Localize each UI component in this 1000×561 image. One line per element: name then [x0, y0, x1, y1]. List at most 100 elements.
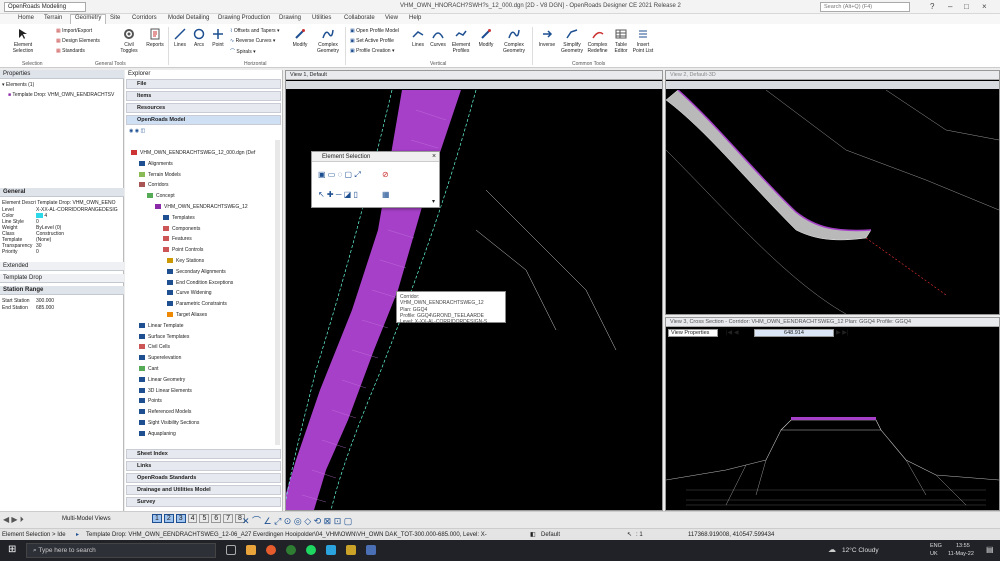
tab-drawing-production[interactable]: Drawing Production — [214, 15, 274, 21]
offsets-tapers-button[interactable]: ⌇ Offsets and Tapers ▾ — [230, 28, 280, 34]
clock-date[interactable]: 11-May-22 — [948, 551, 974, 557]
tab-help[interactable]: Help — [405, 15, 425, 21]
clear-selection-icon[interactable]: ⊘ — [382, 170, 389, 179]
tree-node[interactable]: Linear Template — [139, 322, 184, 329]
tab-terrain[interactable]: Terrain — [40, 15, 66, 21]
station-range-header[interactable]: Station Range — [0, 286, 124, 295]
explorer-drainage-utilities[interactable]: Drainage and Utilities Model — [126, 485, 281, 495]
elements-count[interactable]: ▾ Elements (1) — [2, 82, 34, 88]
taskbar-search[interactable]: ⌕ Type here to search — [26, 543, 216, 558]
task-view-icon[interactable] — [226, 545, 236, 555]
cross-section-corridor[interactable] — [791, 417, 876, 420]
vertical-modify-button[interactable]: Modify — [475, 28, 497, 48]
general-header[interactable]: General — [0, 188, 124, 197]
tree-node[interactable]: Referenced Models — [139, 409, 191, 415]
tab-home[interactable]: Home — [14, 15, 38, 21]
tree-node[interactable]: VHM_OWN_EENDRACHTSWEG_12_000.dgn (Def — [131, 150, 255, 156]
selection-mode-icons[interactable]: ▣ ▭ ◌ ▢ ⤢ — [318, 170, 361, 180]
notification-icon[interactable]: ▤ — [986, 545, 994, 554]
telegram-icon[interactable] — [326, 545, 336, 555]
openroads-icon[interactable] — [346, 545, 356, 555]
tab-site[interactable]: Site — [106, 15, 124, 21]
view-button-4[interactable]: 4 — [187, 514, 198, 523]
tree-node[interactable]: Surface Templates — [139, 333, 189, 340]
view-2[interactable]: View 2, Default-3D — [665, 70, 1000, 315]
multi-model-views[interactable]: Multi-Model Views — [62, 516, 111, 522]
explorer-resources[interactable]: Resources — [126, 103, 281, 113]
view-button-3[interactable]: 3 — [175, 514, 186, 523]
tab-corridors[interactable]: Corridors — [128, 15, 161, 21]
file-explorer-icon[interactable] — [246, 545, 256, 555]
tree-node[interactable]: Corridors — [139, 182, 169, 188]
tree-node[interactable]: Superelevation — [139, 355, 181, 361]
arcs-button[interactable]: Arcs — [190, 28, 208, 48]
view-3[interactable]: View 3, Cross Section - Corridor: VHM_OW… — [665, 317, 1000, 511]
vertical-complex-geometry-button[interactable]: Complex Geometry — [499, 28, 529, 54]
close-icon[interactable]: × — [982, 2, 987, 11]
tree-node[interactable]: Linear Geometry — [139, 376, 185, 383]
selection-method-icons[interactable]: ↖ ✚ ─ ◪ ▯ — [318, 190, 358, 199]
tab-geometry[interactable]: Geometry — [70, 14, 107, 24]
element-selection-button[interactable]: Element Selection — [10, 28, 36, 54]
lines-button[interactable]: Lines — [171, 28, 189, 48]
explorer-scrollbar[interactable] — [275, 140, 280, 445]
view-properties-button[interactable]: View Properties — [668, 329, 718, 337]
active-level[interactable]: Default — [541, 532, 560, 538]
3d-corridor[interactable] — [666, 90, 872, 241]
tree-node[interactable]: Templates — [163, 214, 195, 221]
prop-value[interactable]: 0 — [36, 249, 39, 255]
element-selection-dialog[interactable]: Element Selection × ▣ ▭ ◌ ▢ ⤢ ⊘ ↖ ✚ ─ ◪ … — [311, 151, 440, 208]
vertical-curves-button[interactable]: Curves — [428, 28, 448, 48]
tree-node[interactable]: Key Stations — [167, 258, 204, 264]
inverse-button[interactable]: Inverse — [535, 28, 559, 48]
tree-node[interactable]: Target Aliases — [167, 312, 207, 318]
tree-node[interactable]: End Condition Exceptions — [167, 279, 233, 286]
explorer-sheet-index[interactable]: Sheet Index — [126, 449, 281, 459]
complex-geometry-button[interactable]: Complex Geometry — [313, 28, 343, 54]
view-button-1[interactable]: 1 — [152, 514, 162, 523]
tree-node[interactable]: Terrain Models — [139, 171, 181, 178]
tree-node[interactable]: Aquaplaning — [139, 430, 176, 437]
explorer-survey[interactable]: Survey — [126, 497, 281, 507]
workflow-select[interactable]: OpenRoads Modeling — [4, 2, 86, 12]
civil-toggles-button[interactable]: Civil Toggles — [117, 28, 141, 54]
select-all-icon[interactable]: ▦ — [382, 190, 390, 199]
nav-arrows-icon[interactable]: ◀ ▶ ⏵ — [3, 515, 24, 525]
explorer-file[interactable]: File — [126, 79, 281, 89]
chrome-icon[interactable] — [286, 545, 296, 555]
reports-button[interactable]: Reports — [143, 28, 167, 48]
station-nav-first[interactable]: |◀ ◀ — [726, 329, 738, 336]
standards-button[interactable]: ▦ Standards — [56, 48, 85, 54]
extended-header[interactable]: Extended — [0, 262, 124, 271]
view-button-2[interactable]: 2 — [163, 514, 174, 523]
spotify-icon[interactable] — [306, 545, 316, 555]
view-button-6[interactable]: 6 — [211, 514, 222, 523]
tree-node[interactable]: Features — [163, 236, 192, 242]
explorer-openroads-model[interactable]: OpenRoads Model — [126, 115, 281, 125]
firefox-icon[interactable] — [266, 545, 276, 555]
end-station-value[interactable]: 685.000 — [36, 305, 54, 311]
app-icon[interactable] — [366, 545, 376, 555]
explorer-openroads-standards[interactable]: OpenRoads Standards — [126, 473, 281, 483]
prop-value[interactable]: X-XX-AL-CORRIDORRANGEDESIG — [36, 207, 118, 213]
import-export-button[interactable]: ▦ Import/Export — [56, 28, 92, 34]
clock-time[interactable]: 13:55 — [956, 543, 970, 549]
start-station-value[interactable]: 300.000 — [36, 298, 54, 304]
weather[interactable]: 12°C Cloudy — [842, 547, 879, 554]
station-nav-last[interactable]: ▶ ▶| — [836, 329, 848, 336]
open-profile-model-button[interactable]: ▣ Open Profile Model — [350, 28, 399, 34]
tree-node[interactable]: Curve Widening — [167, 290, 212, 296]
element-profiles-button[interactable]: Element Profiles — [449, 28, 473, 54]
maximize-icon[interactable]: □ — [964, 2, 969, 11]
explorer-items[interactable]: Items — [126, 91, 281, 101]
tab-collaborate[interactable]: Collaborate — [340, 15, 379, 21]
tab-utilities[interactable]: Utilities — [308, 15, 335, 21]
insert-point-list-button[interactable]: Insert Point List — [632, 28, 654, 54]
tab-drawing[interactable]: Drawing — [275, 15, 305, 21]
tab-model-detailing[interactable]: Model Detailing — [164, 15, 213, 21]
view-button-5[interactable]: 5 — [199, 514, 210, 523]
tree-node[interactable]: Civil Cells — [139, 344, 170, 350]
profile-creation-button[interactable]: ▣ Profile Creation ▾ — [350, 48, 395, 54]
chevron-down-icon[interactable]: ▾ — [432, 198, 435, 205]
simplify-geometry-button[interactable]: Simplify Geometry — [560, 28, 584, 54]
